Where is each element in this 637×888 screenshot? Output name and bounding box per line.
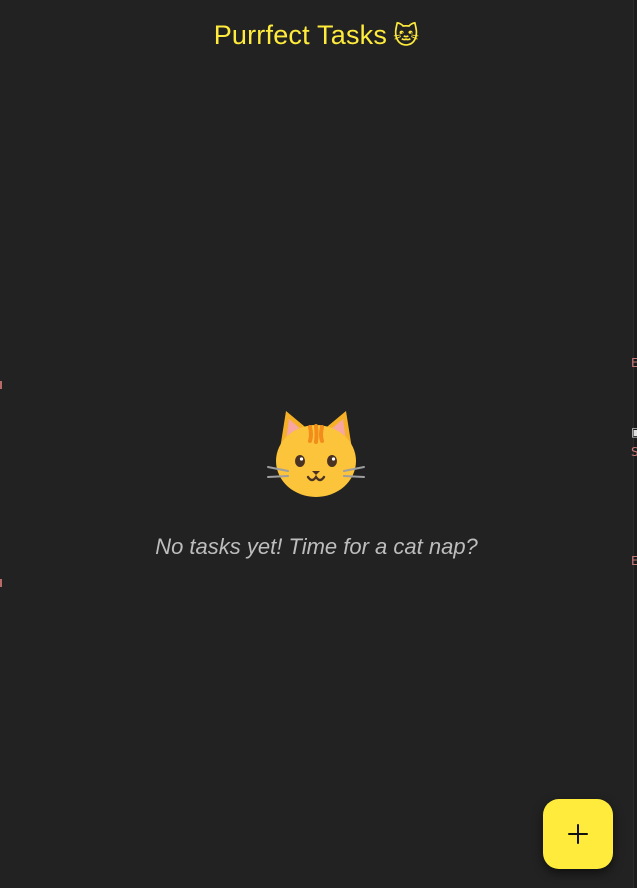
title-cat-emoji: 🐱 xyxy=(393,22,420,50)
page-title: Purrfect Tasks 🐱 xyxy=(0,20,633,51)
edge-artifact: E xyxy=(631,356,637,370)
edge-artifact: ▣ xyxy=(631,425,637,439)
edge-artifact: S xyxy=(631,445,637,459)
plus-icon xyxy=(568,824,588,844)
title-text: Purrfect Tasks xyxy=(213,20,388,50)
edge-artifact xyxy=(0,381,2,389)
cat-face-icon xyxy=(267,411,365,497)
app-window: Purrfect Tasks 🐱 No tasks yet! Time for a… xyxy=(0,0,634,888)
edge-artifact xyxy=(0,579,2,587)
edge-artifact: E xyxy=(631,554,637,568)
add-task-button[interactable] xyxy=(543,799,613,869)
empty-state-message: No tasks yet! Time for a cat nap? xyxy=(155,534,478,559)
